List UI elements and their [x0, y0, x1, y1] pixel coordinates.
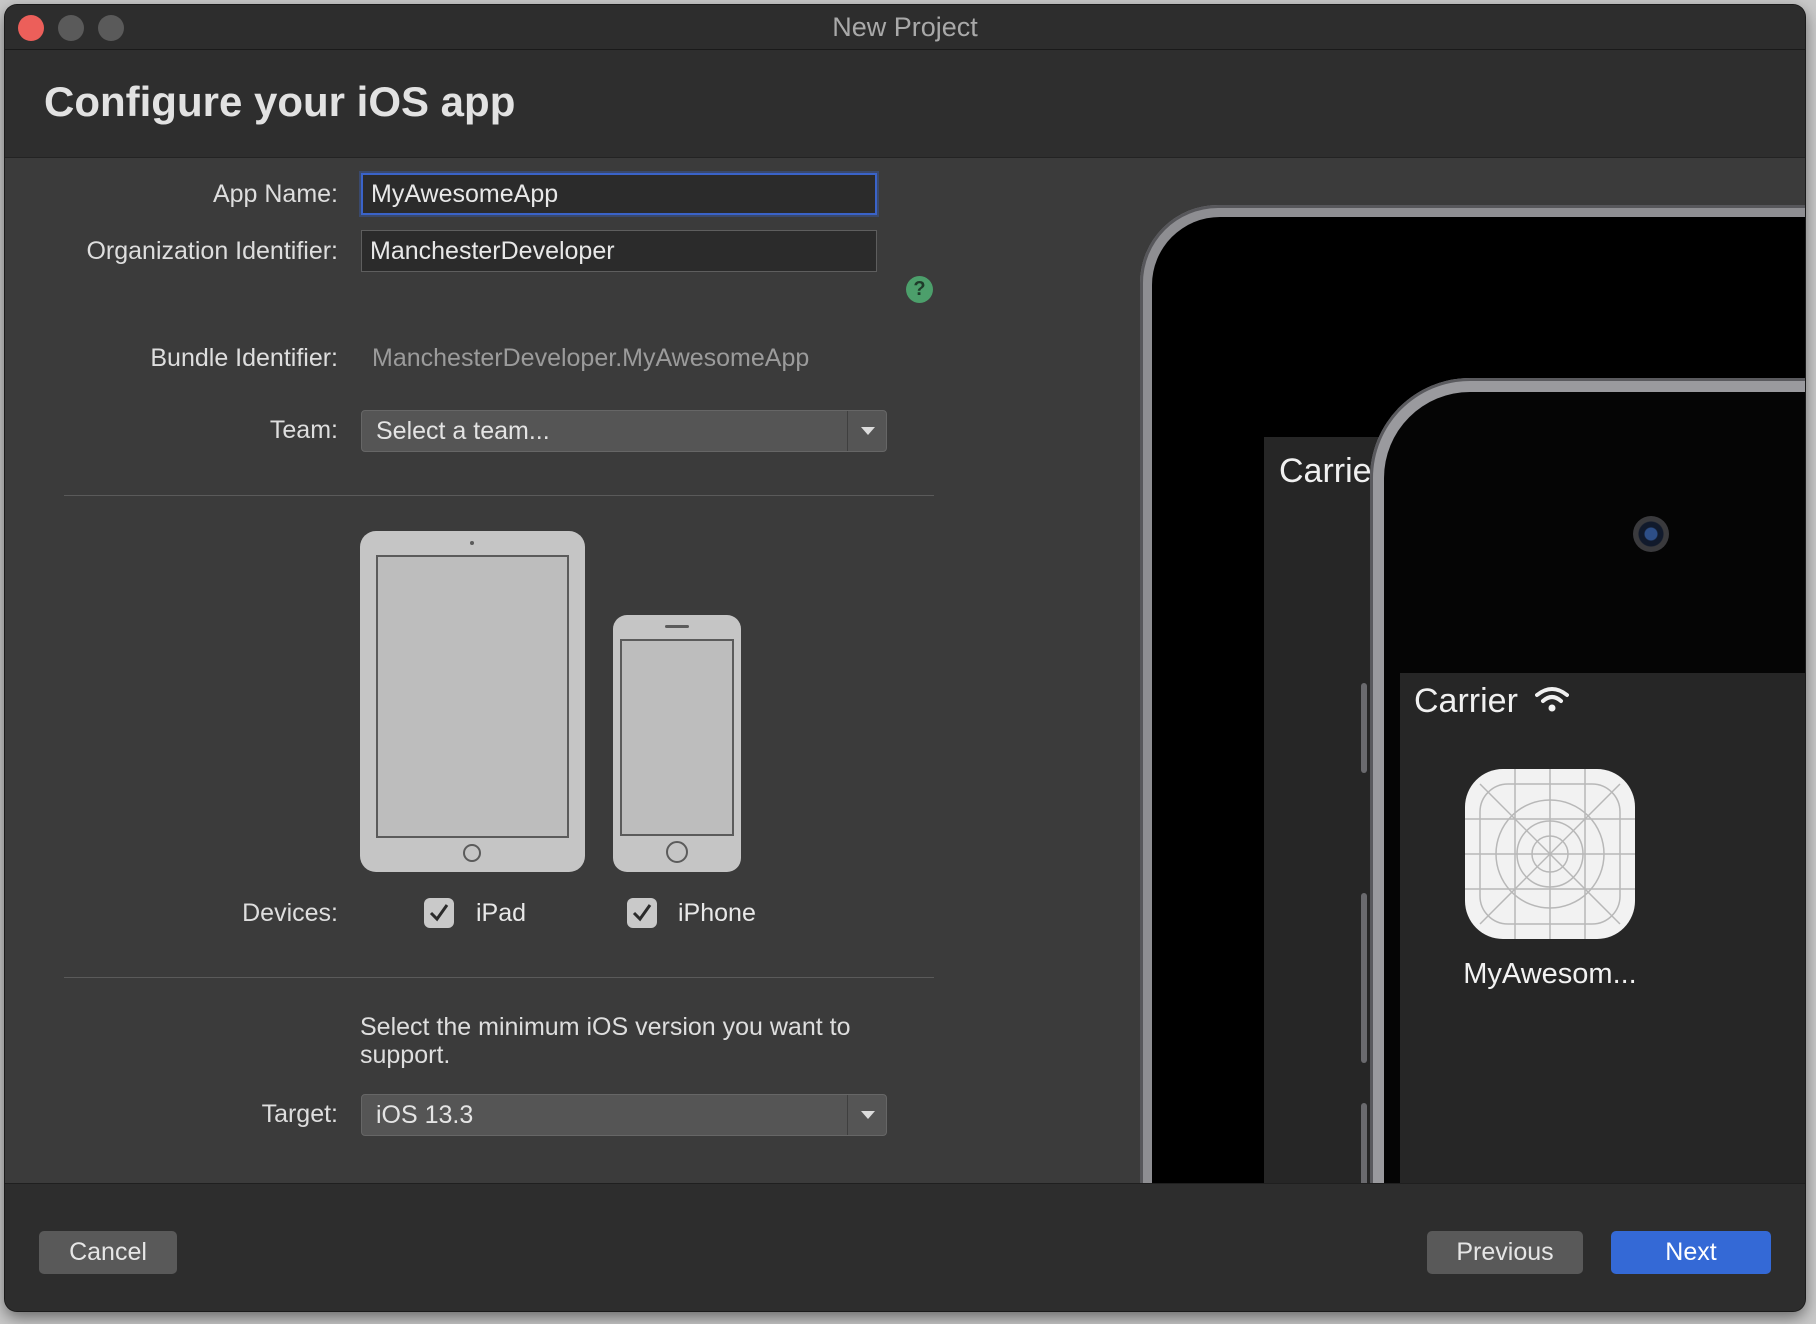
- header: Configure your iOS app: [5, 50, 1805, 158]
- wifi-icon: [1535, 687, 1569, 712]
- target-label: Target:: [261, 1100, 338, 1128]
- home-button-icon: [463, 844, 481, 862]
- target-dropdown[interactable]: iOS 13.3: [361, 1094, 887, 1136]
- device-preview: Carrier Carrier MyAwesom...: [1125, 158, 1805, 1183]
- dropdown-arrow-button[interactable]: [847, 411, 886, 451]
- app-name-input[interactable]: [361, 173, 877, 215]
- iphone-speaker: [665, 625, 689, 628]
- team-dropdown-value: Select a team...: [376, 417, 550, 445]
- chevron-down-icon: [861, 1111, 875, 1119]
- org-identifier-label: Organization Identifier:: [86, 237, 338, 265]
- bundle-identifier-value: ManchesterDeveloper.MyAwesomeApp: [372, 344, 810, 372]
- app-icon-label: MyAwesom...: [1463, 958, 1637, 990]
- window-title: New Project: [832, 12, 978, 42]
- iphone-carrier-label: Carrier: [1414, 682, 1518, 720]
- ipad-carrier-label: Carrier: [1279, 452, 1383, 490]
- section-divider: [64, 977, 934, 978]
- section-divider: [64, 495, 934, 496]
- page-title: Configure your iOS app: [44, 78, 516, 125]
- iphone-checkbox-label[interactable]: iPhone: [678, 899, 756, 928]
- target-dropdown-value: iOS 13.3: [376, 1101, 474, 1129]
- app-icon-placeholder: [1465, 769, 1635, 939]
- help-icon[interactable]: ?: [906, 276, 933, 303]
- app-name-label: App Name:: [212, 180, 338, 208]
- home-button-icon: [666, 841, 688, 863]
- new-project-window: New Project Configure your iOS app App N…: [5, 5, 1805, 1311]
- bundle-identifier-label: Bundle Identifier:: [150, 344, 338, 372]
- app-icon-grid-icon: [1465, 769, 1635, 939]
- team-dropdown[interactable]: Select a team...: [361, 410, 887, 452]
- ipad-screen: [376, 555, 569, 838]
- iphone-side-button: [1361, 893, 1367, 1063]
- ipad-camera-dot: [470, 541, 474, 545]
- dropdown-arrow-button[interactable]: [847, 1095, 886, 1135]
- content-area: App Name: Organization Identifier: ? Bun…: [5, 158, 1805, 1183]
- checkmark-icon: [429, 904, 449, 922]
- min-version-description: Select the minimum iOS version you want …: [360, 1013, 851, 1069]
- camera-icon: [1633, 516, 1669, 552]
- org-identifier-input[interactable]: [361, 230, 877, 272]
- ipad-illustration: [360, 531, 585, 872]
- next-button[interactable]: Next: [1611, 1231, 1771, 1274]
- chevron-down-icon: [861, 427, 875, 435]
- footer: Cancel Previous Next: [5, 1183, 1805, 1311]
- iphone-checkbox[interactable]: [627, 898, 657, 928]
- iphone-illustration: [613, 615, 741, 872]
- iphone-side-button: [1361, 1103, 1367, 1183]
- cancel-button[interactable]: Cancel: [39, 1231, 177, 1274]
- ipad-checkbox[interactable]: [424, 898, 454, 928]
- title-bar: New Project: [5, 5, 1805, 50]
- iphone-screen: [620, 639, 734, 836]
- iphone-preview-screen: Carrier MyAwesom...: [1400, 673, 1805, 1183]
- checkmark-icon: [632, 904, 652, 922]
- iphone-side-button: [1361, 683, 1367, 773]
- devices-label: Devices:: [242, 899, 338, 927]
- previous-button[interactable]: Previous: [1427, 1231, 1583, 1274]
- team-label: Team:: [269, 416, 338, 444]
- ipad-checkbox-label[interactable]: iPad: [476, 899, 526, 928]
